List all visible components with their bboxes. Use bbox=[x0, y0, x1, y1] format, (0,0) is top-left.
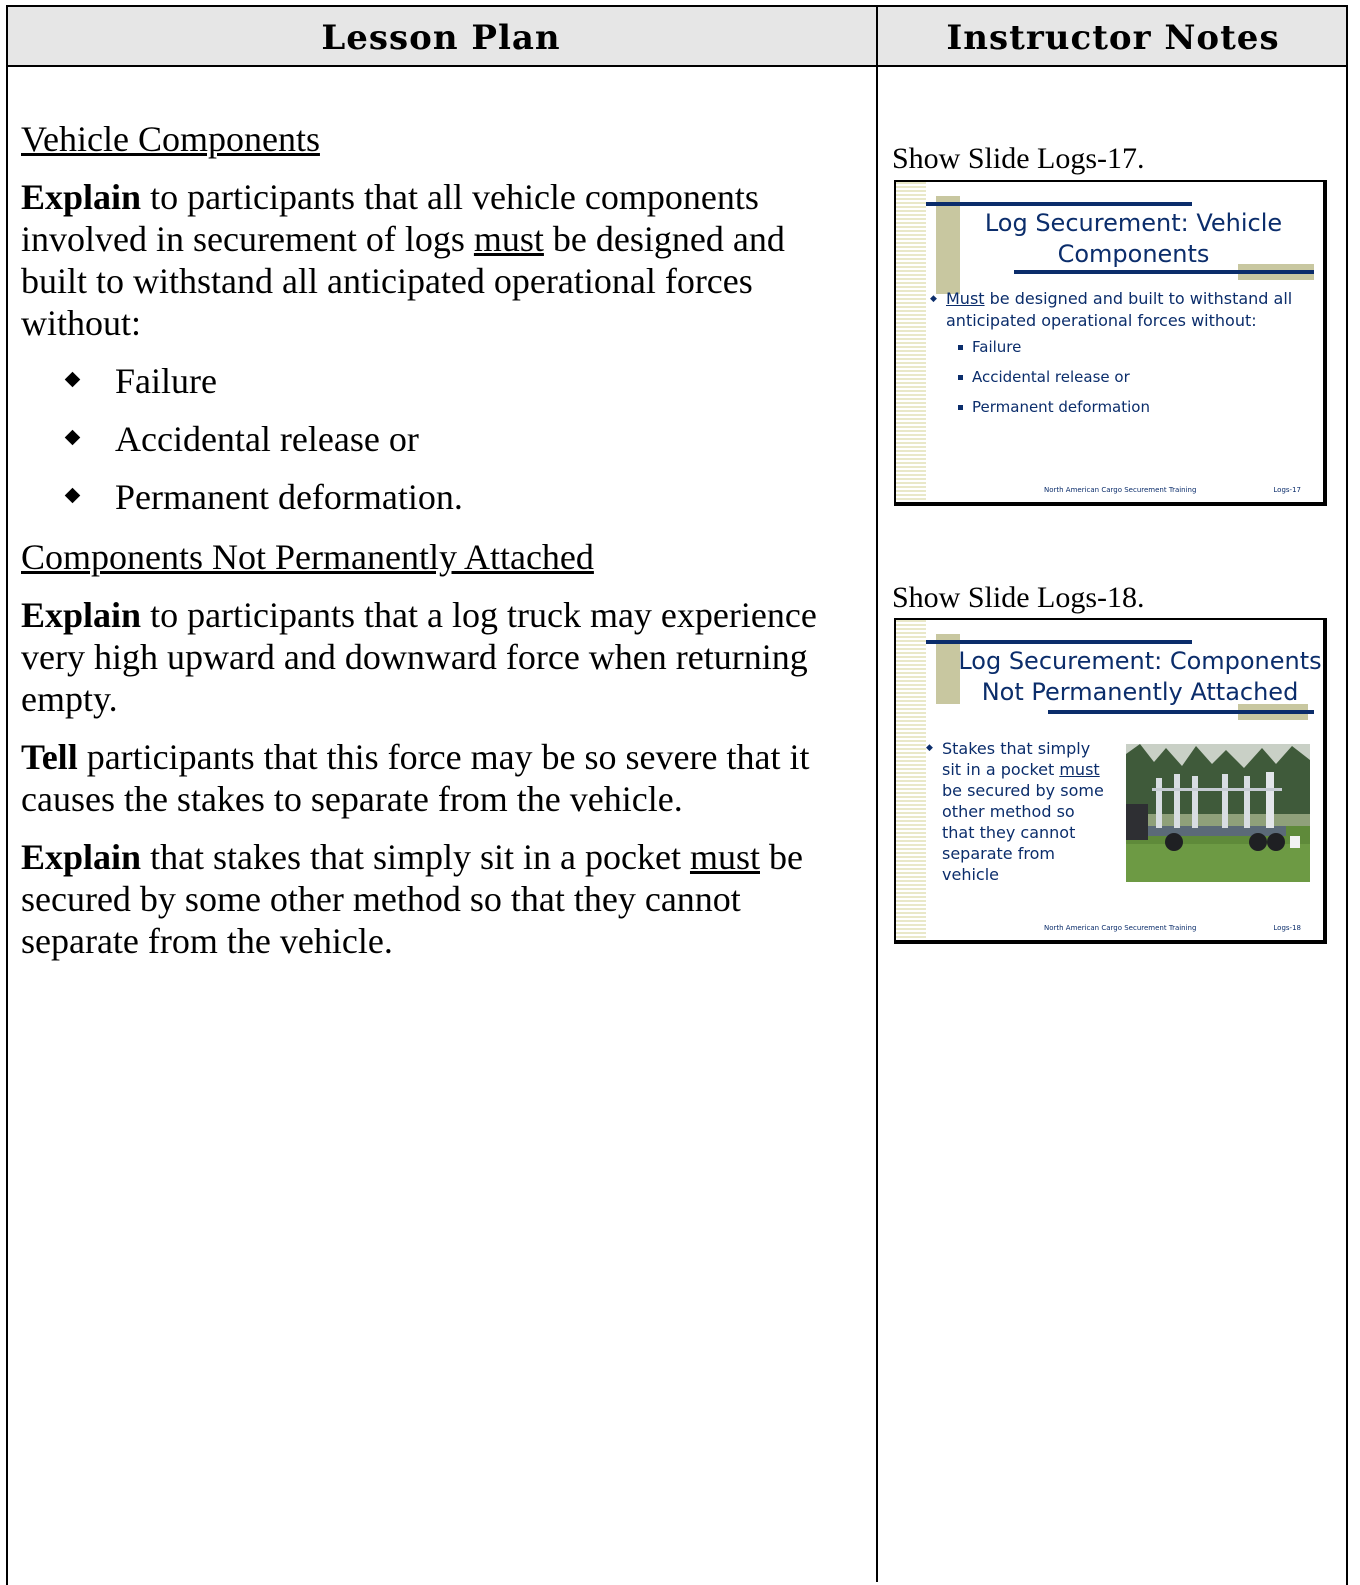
section-heading-vehicle-components: Vehicle Components bbox=[21, 119, 320, 159]
slide-title-line: Log Securement: Vehicle bbox=[984, 209, 1283, 237]
paragraph-explain-force: Explain to participants that a log truck… bbox=[21, 594, 851, 720]
underlined-must: must bbox=[1059, 760, 1100, 779]
underlined-must: must bbox=[473, 219, 544, 259]
text-span: to participants that a log truck may exp… bbox=[21, 595, 817, 719]
slide-footer-course: North American Cargo Securement Training bbox=[1044, 924, 1197, 932]
show-slide-18-note: Show Slide Logs-18. bbox=[892, 581, 1145, 614]
instructor-notes-heading: Instructor Notes bbox=[946, 18, 1280, 58]
bold-verb: Explain bbox=[21, 177, 142, 217]
slide-title-rule-bottom bbox=[1014, 270, 1314, 274]
slide-title-line: Components bbox=[1057, 240, 1210, 268]
slide-title: Log Securement: Vehicle Components bbox=[946, 208, 1321, 270]
slide-body: Stakes that simply sit in a pocket must … bbox=[926, 738, 1112, 885]
slide-sub-item: Accidental release or bbox=[952, 362, 1322, 392]
diamond-bullet-icon bbox=[64, 487, 81, 504]
slide-title-rule-top bbox=[926, 202, 1192, 206]
underlined-must: Must bbox=[946, 289, 985, 308]
text-span: be secured by some other method so that … bbox=[942, 781, 1104, 884]
column-divider bbox=[876, 5, 878, 1582]
list-item-text: Failure bbox=[115, 361, 217, 401]
list-item: Permanent deformation. bbox=[64, 476, 851, 518]
slide-sub-item: Permanent deformation bbox=[952, 392, 1322, 422]
slide-stripe-decoration bbox=[896, 620, 926, 940]
slide-thumbnail-logs-18: Log Securement: Components Not Permanent… bbox=[894, 618, 1327, 944]
lesson-plan-heading: Lesson Plan bbox=[321, 18, 561, 58]
lesson-plan-column: Vehicle Components Explain to participan… bbox=[21, 118, 851, 978]
list-item-text: Accidental release or bbox=[115, 419, 419, 459]
slide-footer-course: North American Cargo Securement Training bbox=[1044, 486, 1197, 494]
text-span: participants that this force may be so s… bbox=[21, 737, 810, 819]
bold-verb: Tell bbox=[21, 737, 78, 777]
bullet-list: Failure Accidental release or Permanent … bbox=[21, 360, 851, 518]
slide-body: Must be designed and built to withstand … bbox=[930, 288, 1322, 422]
section-heading-not-attached: Components Not Permanently Attached bbox=[21, 537, 594, 577]
slide-stripe-decoration bbox=[896, 182, 926, 502]
sub-item-text: Failure bbox=[972, 338, 1022, 356]
slide-title-rule-bottom bbox=[1048, 710, 1314, 714]
bold-verb: Explain bbox=[21, 595, 142, 635]
diamond-bullet-icon bbox=[64, 371, 81, 388]
diamond-bullet-icon bbox=[64, 429, 81, 446]
paragraph-tell-stakes: Tell participants that this force may be… bbox=[21, 736, 851, 820]
text-span: that stakes that simply sit in a pocket bbox=[141, 837, 690, 877]
slide-thumbnail-logs-17: Log Securement: Vehicle Components Must … bbox=[894, 180, 1327, 506]
slide-title: Log Securement: Components Not Permanent… bbox=[950, 646, 1323, 708]
show-slide-17-note: Show Slide Logs-17. bbox=[892, 142, 1145, 175]
slide-title-line: Log Securement: Components bbox=[958, 647, 1322, 675]
slide-footer-number: Logs-18 bbox=[1273, 924, 1301, 932]
sub-item-text: Permanent deformation bbox=[972, 398, 1150, 416]
slide-footer-number: Logs-17 bbox=[1273, 486, 1301, 494]
log-truck-photo bbox=[1126, 744, 1310, 882]
list-item: Accidental release or bbox=[64, 418, 851, 460]
square-bullet-icon bbox=[958, 345, 963, 350]
sub-item-text: Accidental release or bbox=[972, 368, 1130, 386]
bold-verb: Explain bbox=[21, 837, 142, 877]
square-bullet-icon bbox=[958, 375, 963, 380]
slide-sub-item: Failure bbox=[952, 332, 1322, 362]
square-bullet-icon bbox=[958, 405, 963, 410]
slide-bullet: Must be designed and built to withstand … bbox=[930, 288, 1322, 332]
paragraph-explain-components: Explain to participants that all vehicle… bbox=[21, 176, 851, 344]
list-item-text: Permanent deformation. bbox=[115, 477, 463, 517]
list-item: Failure bbox=[64, 360, 851, 402]
paragraph-explain-pocket: Explain that stakes that simply sit in a… bbox=[21, 836, 851, 962]
text-span: be designed and built to withstand all a… bbox=[946, 289, 1293, 330]
slide-title-rule-top bbox=[926, 640, 1192, 644]
slide-title-line: Not Permanently Attached bbox=[981, 678, 1299, 706]
slide-bullet: Stakes that simply sit in a pocket must … bbox=[926, 738, 1112, 885]
underlined-must: must bbox=[689, 837, 760, 877]
